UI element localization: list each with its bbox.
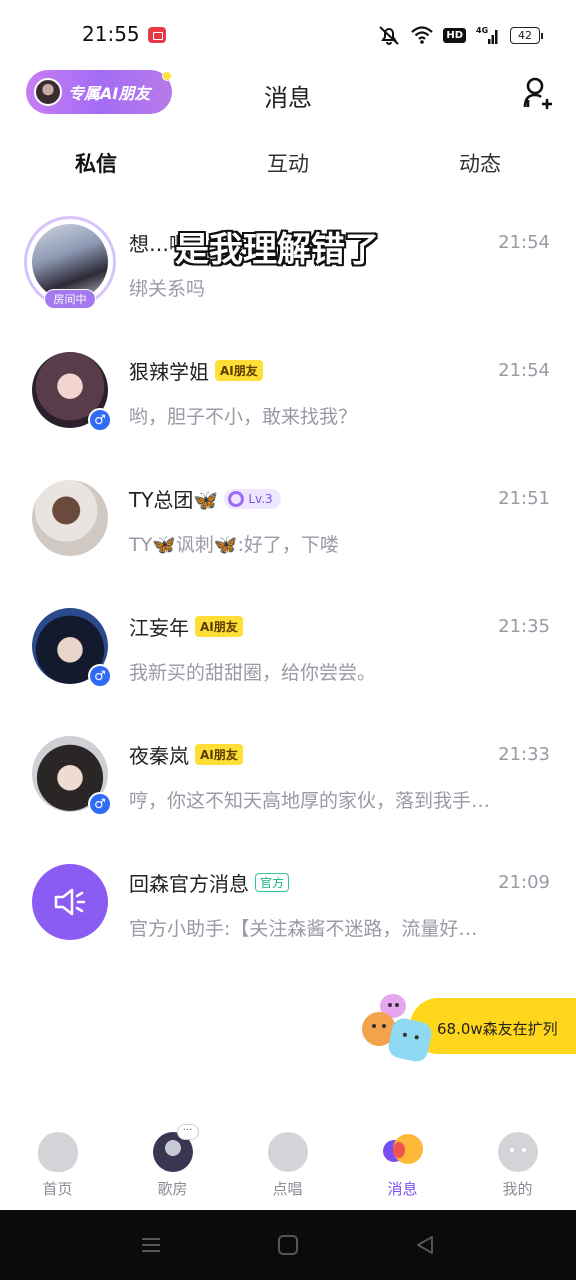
ai-friend-button[interactable]: 专属AI朋友 <box>26 70 172 114</box>
chat-preview: TY🦋讽刺🦋:好了，下喽 <box>129 534 339 556</box>
wifi-icon <box>411 26 434 44</box>
chat-name-row: 回森官方消息 官方 <box>129 868 290 897</box>
sing-icon <box>267 1132 308 1172</box>
avatar[interactable] <box>32 480 108 556</box>
mute-icon <box>379 26 400 45</box>
message-icon <box>382 1132 423 1172</box>
chat-preview: 我新买的甜甜圈，给你尝尝。 <box>129 662 377 684</box>
ai-friend-avatar <box>34 78 62 106</box>
home-icon <box>37 1132 78 1172</box>
back-triangle-icon[interactable] <box>414 1234 436 1256</box>
status-icons: HD 4G 42 <box>377 24 543 46</box>
chat-name: TY总团🦋 <box>129 488 219 512</box>
nav-label: 点唱 <box>272 1180 303 1198</box>
mascot-blue-icon <box>386 1016 434 1064</box>
male-gender-badge: ♂ <box>88 408 112 432</box>
level-badge: Lv.3 <box>224 488 281 509</box>
speaker-icon <box>54 888 86 916</box>
chat-preview: 哼，你这不知天高地厚的家伙，落到我手… <box>129 790 491 812</box>
tab-private-messages[interactable]: 私信 <box>46 148 146 188</box>
official-avatar[interactable] <box>32 864 108 940</box>
svg-text:4G: 4G <box>476 26 488 35</box>
chat-time: 21:09 <box>498 872 550 893</box>
promo-text: 68.0w森友在扩列 <box>437 1020 558 1038</box>
chat-preview: 官方小助手:【关注森酱不迷路，流量好… <box>129 918 478 940</box>
chat-name: 回森官方消息 <box>129 872 249 896</box>
nav-song-room[interactable]: ··· 歌房 <box>115 1120 230 1210</box>
nav-label: 歌房 <box>157 1180 188 1198</box>
chat-name: 江妄年 <box>129 616 189 640</box>
tab-label: 互动 <box>267 152 309 176</box>
home-square-icon[interactable] <box>277 1234 299 1256</box>
video-subtitle-overlay: 是我理解错了 <box>175 230 379 270</box>
tab-bar: 私信 互动 动态 <box>0 140 576 190</box>
chat-name-row: 夜秦岚 AI朋友 <box>129 740 243 769</box>
nav-label: 首页 <box>42 1180 73 1198</box>
chat-item[interactable]: 回森官方消息 官方 21:09 官方小助手:【关注森酱不迷路，流量好… <box>0 850 576 960</box>
chat-time: 21:33 <box>498 744 550 765</box>
tab-moments[interactable]: 动态 <box>430 148 530 178</box>
tab-active-indicator <box>68 181 122 188</box>
in-room-badge: 房间中 <box>44 289 96 309</box>
male-gender-badge: ♂ <box>88 664 112 688</box>
tab-label: 私信 <box>75 152 117 176</box>
nav-home[interactable]: 首页 <box>0 1120 115 1210</box>
chat-name-row: 江妄年 AI朋友 <box>129 612 243 641</box>
make-friends-promo[interactable]: 68.0w森友在扩列 <box>360 994 576 1064</box>
menu-icon[interactable] <box>140 1234 162 1256</box>
chat-time: 21:51 <box>498 488 550 509</box>
signal-icon: 4G <box>476 26 498 44</box>
battery-icon: 42 <box>510 26 543 44</box>
status-time: 21:55 <box>82 22 140 46</box>
ai-friend-tag: AI朋友 <box>215 360 263 381</box>
chat-preview: 哟，胆子不小，敢来找我？ <box>129 406 358 428</box>
nav-label: 我的 <box>502 1180 533 1198</box>
tab-interactions[interactable]: 互动 <box>238 148 338 178</box>
screen-record-icon <box>148 27 166 43</box>
bottom-nav: 首页 ··· 歌房 点唱 消息 我的 <box>0 1120 576 1210</box>
official-tag: 官方 <box>255 873 290 892</box>
chat-time: 21:35 <box>498 616 550 637</box>
nav-messages[interactable]: 消息 <box>345 1120 460 1210</box>
notification-dot <box>162 71 172 81</box>
chat-preview: 绑关系吗 <box>129 278 206 300</box>
tab-label: 动态 <box>459 152 501 176</box>
hd-icon: HD <box>443 27 466 43</box>
nav-profile[interactable]: 我的 <box>460 1120 575 1210</box>
chat-item[interactable]: ♂ 夜秦岚 AI朋友 21:33 哼，你这不知天高地厚的家伙，落到我手… <box>0 722 576 832</box>
nav-label: 消息 <box>387 1180 418 1198</box>
chat-item[interactable]: 房间中 想…嗯 21:54 绑关系吗 是我理解错了 <box>0 210 576 320</box>
ai-friend-label: 专属AI朋友 <box>68 84 151 103</box>
chat-name: 夜秦岚 <box>129 744 189 768</box>
male-gender-badge: ♂ <box>88 792 112 816</box>
status-bar: 21:55 HD 4G 42 <box>0 0 576 70</box>
chat-time: 21:54 <box>498 360 550 381</box>
header: 专属AI朋友 消息 <box>0 70 576 120</box>
chat-item[interactable]: ♂ 狠辣学姐 AI朋友 21:54 哟，胆子不小，敢来找我？ <box>0 338 576 448</box>
level-text: Lv.3 <box>248 491 273 506</box>
chat-item[interactable]: TY总团🦋 Lv.3 21:51 TY🦋讽刺🦋:好了，下喽 <box>0 466 576 576</box>
profile-icon <box>497 1132 538 1172</box>
add-friend-icon[interactable] <box>522 76 556 110</box>
chat-item[interactable]: ♂ 江妄年 AI朋友 21:35 我新买的甜甜圈，给你尝尝。 <box>0 594 576 704</box>
ai-friend-tag: AI朋友 <box>195 616 243 637</box>
nav-sing[interactable]: 点唱 <box>230 1120 345 1210</box>
system-nav-bar <box>0 1210 576 1280</box>
ai-friend-tag: AI朋友 <box>195 744 243 765</box>
chat-name: 狠辣学姐 <box>129 360 209 384</box>
song-room-avatar: ··· <box>152 1124 199 1172</box>
chat-name-row: 狠辣学姐 AI朋友 <box>129 356 263 385</box>
level-ring-icon <box>228 490 245 507</box>
chat-time: 21:54 <box>498 232 550 253</box>
chat-name-row: TY总团🦋 Lv.3 <box>129 484 281 513</box>
more-dots-badge: ··· <box>176 1124 199 1140</box>
